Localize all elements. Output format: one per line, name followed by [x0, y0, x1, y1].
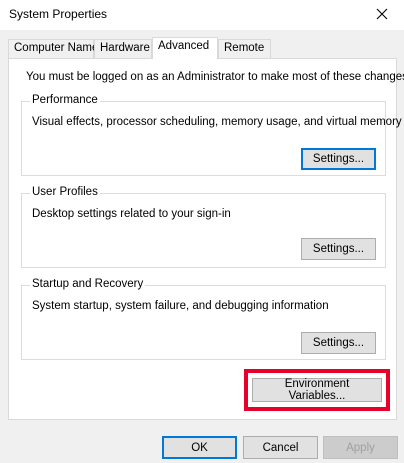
tab-label: Advanced	[158, 40, 210, 52]
close-icon	[376, 8, 388, 23]
startup-recovery-group: Startup and Recovery System startup, sys…	[21, 278, 386, 360]
startup-recovery-legend: Startup and Recovery	[30, 278, 146, 290]
performance-group: Performance Visual effects, processor sc…	[21, 94, 402, 176]
tab-computer-name[interactable]: Computer Name	[8, 39, 98, 59]
tab-label: Remote	[224, 42, 265, 54]
title-bar: System Properties	[0, 0, 404, 30]
startup-recovery-settings-button[interactable]: Settings...	[301, 332, 376, 354]
tab-label: Computer Name	[14, 42, 99, 54]
tab-strip: Computer Name Hardware Advanced Remote	[8, 37, 398, 59]
tab-advanced[interactable]: Advanced	[152, 37, 218, 59]
window-title: System Properties	[9, 7, 108, 21]
performance-legend: Performance	[30, 94, 100, 106]
performance-description: Visual effects, processor scheduling, me…	[32, 116, 402, 128]
user-profiles-description: Desktop settings related to your sign-in	[32, 208, 231, 220]
startup-recovery-description: System startup, system failure, and debu…	[32, 300, 329, 312]
system-properties-window: System Properties Computer Name Hardware…	[0, 0, 404, 463]
ok-button[interactable]: OK	[162, 436, 237, 459]
highlight-box	[244, 369, 390, 411]
tab-remote[interactable]: Remote	[218, 39, 271, 59]
performance-settings-button[interactable]: Settings...	[301, 148, 376, 170]
cancel-button[interactable]: Cancel	[243, 436, 318, 459]
tab-label: Hardware	[100, 42, 150, 54]
admin-note: You must be logged on as an Administrato…	[26, 71, 404, 83]
user-profiles-legend: User Profiles	[30, 186, 100, 198]
tab-hardware[interactable]: Hardware	[94, 39, 152, 59]
user-profiles-group: User Profiles Desktop settings related t…	[21, 186, 386, 268]
close-button[interactable]	[359, 0, 404, 30]
advanced-panel: You must be logged on as an Administrato…	[8, 58, 404, 420]
user-profiles-settings-button[interactable]: Settings...	[301, 238, 376, 260]
apply-button[interactable]: Apply	[323, 436, 398, 459]
